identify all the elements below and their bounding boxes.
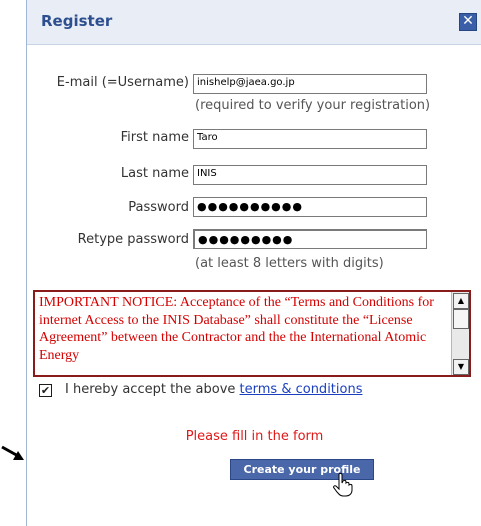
last-name-field[interactable]: INIS [193,165,427,185]
password-label: Password [128,200,189,215]
dialog-title: Register [41,12,113,30]
password-field[interactable]: ●●●●●●●●●● [193,197,427,217]
scroll-up-icon[interactable]: ▲ [453,293,469,309]
password-hint: (at least 8 letters with digits) [195,256,384,271]
first-name-label: First name [120,130,189,145]
first-name-field[interactable]: Taro [193,129,427,149]
terms-notice-text: IMPORTANT NOTICE: Acceptance of the “Ter… [39,295,434,363]
last-name-label: Last name [120,166,189,181]
email-label: E-mail (=Username) [56,75,189,90]
accept-terms-checkbox[interactable]: ✔ [39,384,52,397]
dialog-titlebar: Register ✕ [27,0,481,45]
notice-scrollbar[interactable]: ▲ ▼ [451,292,469,375]
close-icon[interactable]: ✕ [459,13,477,31]
accept-terms-label: I hereby accept the above terms & condit… [65,382,362,397]
retype-password-field[interactable]: ●●●●●●●●● [193,229,427,249]
pointer-arrow-icon [1,445,24,460]
email-field[interactable]: inishelp@jaea.go.jp [193,74,427,94]
terms-conditions-link[interactable]: terms & conditions [240,382,363,397]
scroll-down-icon[interactable]: ▼ [453,359,469,375]
scroll-thumb[interactable] [453,309,469,329]
terms-notice-box[interactable]: IMPORTANT NOTICE: Acceptance of the “Ter… [33,290,471,377]
status-message: Please fill in the form [185,429,324,444]
hand-cursor-icon [333,473,353,497]
email-hint: (required to verify your registration) [195,98,431,113]
retype-password-label: Retype password [77,232,189,247]
register-dialog: Register ✕ E-mail (=Username) inishelp@j… [26,0,481,526]
accept-terms-text: I hereby accept the above [65,382,240,397]
